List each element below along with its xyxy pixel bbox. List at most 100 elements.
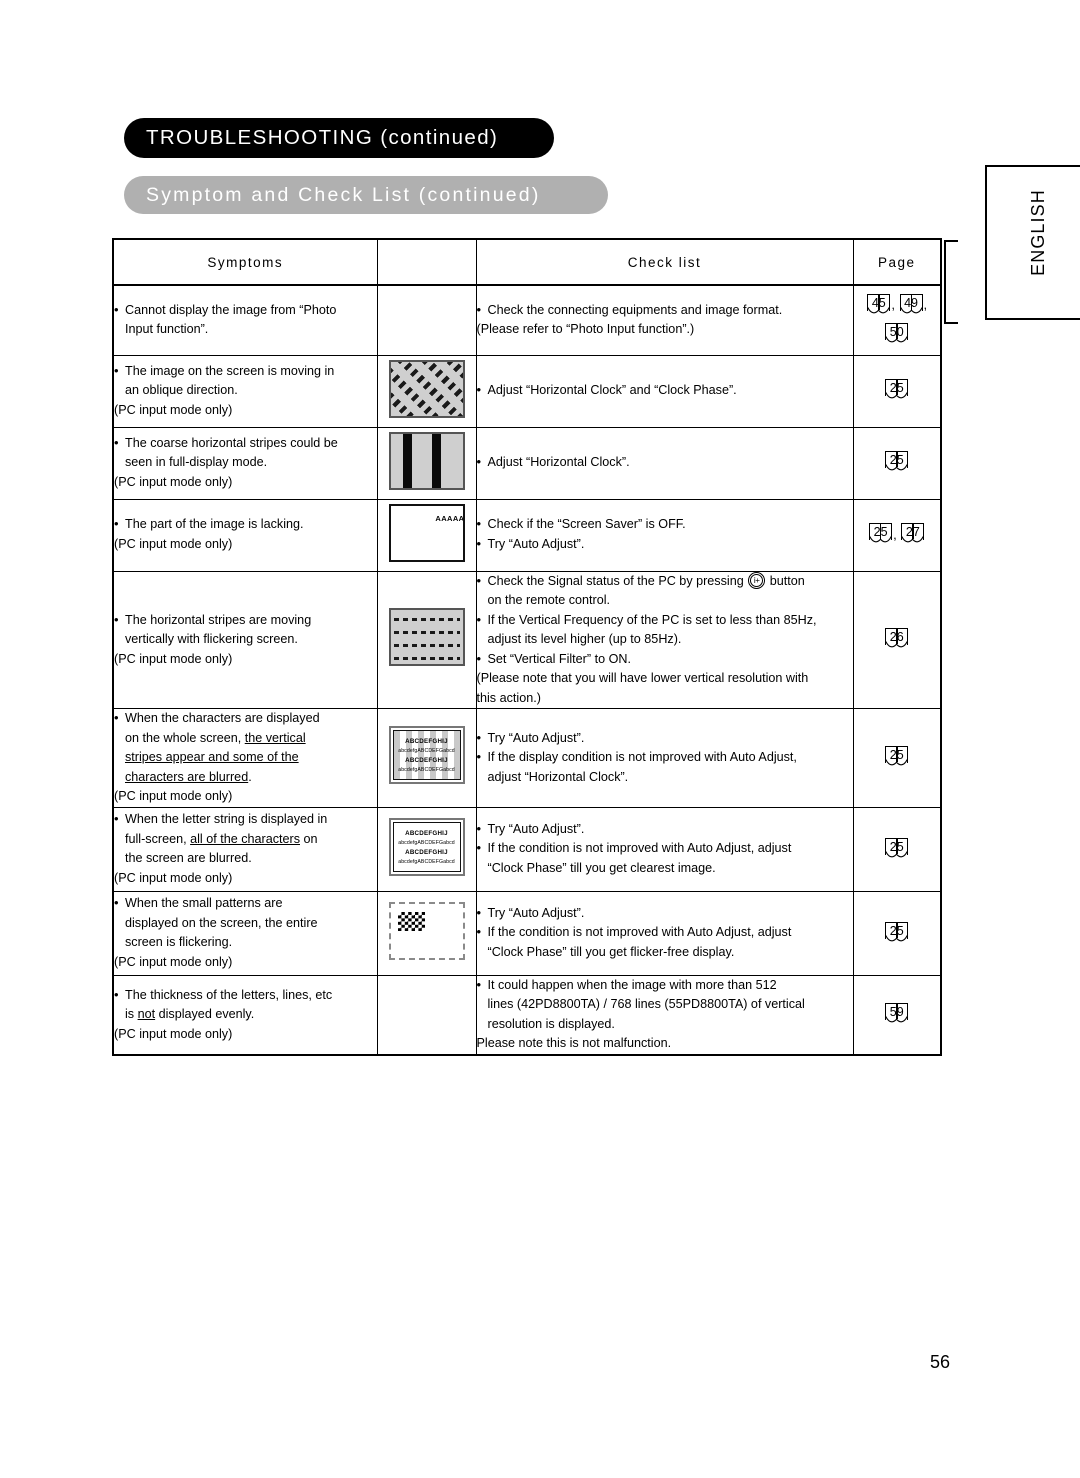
page-ref-book-icon: 59 xyxy=(884,1003,909,1025)
page-ref-book-icon: 25 xyxy=(884,379,909,401)
symptom-text: The part of the image is lacking. xyxy=(125,517,304,532)
check-text: Try “Auto Adjust”. xyxy=(487,730,585,745)
horizontal-dashed-lines-thumbnail xyxy=(388,608,465,667)
check-list-cell: Try “Auto Adjust”. If the condition is n… xyxy=(475,890,854,976)
blurred-characters-thumbnail: ABCDEFGHIJ abcdefgABCDEFGabcd ABCDEFGHIJ… xyxy=(388,817,465,876)
thumbnail-cell xyxy=(376,890,477,976)
page-ref-book-icon: 25 xyxy=(884,921,909,944)
check-text: Set “Vertical Filter” to ON. xyxy=(487,651,631,666)
symptom-cell: When the characters are displayed on the… xyxy=(112,708,378,808)
symptom-text: The horizontal stripes are moving xyxy=(125,612,312,627)
thumbnail-cell: ABCDEFGHIJ abcdefgABCDEFGabcd ABCDEFGHIJ… xyxy=(376,708,477,808)
symptom-cell: The image on the screen is moving in an … xyxy=(112,354,378,428)
page-ref-book-icon: 27 xyxy=(900,523,925,545)
symptom-text: screen is flickering. xyxy=(125,935,233,950)
symptom-text: When the letter string is displayed in xyxy=(125,812,328,827)
check-list-cell: Check if the “Screen Saver” is OFF. Try … xyxy=(475,498,854,572)
info-plus-button-icon: i+ xyxy=(748,571,766,589)
thumbnail-cell xyxy=(376,284,477,356)
table-header-row: Symptoms Check list Page xyxy=(112,238,942,286)
page-ref-book-icon: 25 xyxy=(868,523,893,545)
check-text: “Clock Phase” till you get flicker-free … xyxy=(487,944,735,959)
check-text: (Please refer to “Photo Input function”.… xyxy=(476,322,695,337)
symptom-note: (PC input mode only) xyxy=(114,402,233,417)
blurred-characters-striped-thumbnail: ABCDEFGHIJ abcdefgABCDEFGabcd ABCDEFGHIJ… xyxy=(388,726,465,785)
page-ref-cell: 59 xyxy=(852,974,942,1056)
table-row: The part of the image is lacking. (PC in… xyxy=(112,498,942,572)
check-text: Please note this is not malfunction. xyxy=(476,1036,672,1051)
check-text: Check if the “Screen Saver” is OFF. xyxy=(487,517,686,532)
table-row: The horizontal stripes are moving vertic… xyxy=(112,570,942,710)
check-text: “Clock Phase” till you get clearest imag… xyxy=(487,860,716,875)
symptom-cell: When the small patterns are displayed on… xyxy=(112,890,378,976)
page-ref-book-icon: 25 xyxy=(884,746,909,768)
check-text: adjust its level higher (up to 85Hz). xyxy=(487,632,682,647)
column-header-check-list: Check list xyxy=(475,238,854,286)
symptom-note: (PC input mode only) xyxy=(114,870,233,885)
check-text: lines (42PD8800TA) / 768 lines (55PD8800… xyxy=(487,997,805,1012)
checkerboard-pattern-thumbnail xyxy=(388,901,465,960)
page-title-banner: TROUBLESHOOTING (continued) xyxy=(124,118,554,158)
page-ref-book-icon: 50 xyxy=(884,323,909,345)
symptom-text-underlined: characters are blurred xyxy=(125,769,249,784)
symptom-text: an oblique direction. xyxy=(125,383,238,398)
page-ref-book-icon: 26 xyxy=(884,628,909,650)
thumbnail-text: AAAAA xyxy=(435,513,465,523)
check-list-cell: Adjust “Horizontal Clock”. xyxy=(475,426,854,500)
symptom-text: The thickness of the letters, lines, etc xyxy=(125,987,333,1002)
check-text: Adjust “Horizontal Clock”. xyxy=(487,455,630,470)
page-ref-cell: 45 , 49 , 50 xyxy=(852,284,942,356)
check-text: Try “Auto Adjust”. xyxy=(487,905,585,920)
table-row: When the characters are displayed on the… xyxy=(112,708,942,808)
column-header-symptoms: Symptoms xyxy=(112,238,378,286)
check-text: If the condition is not improved with Au… xyxy=(487,841,792,856)
table-row: When the small patterns are displayed on… xyxy=(112,890,942,976)
page-ref-cell: 25 xyxy=(852,806,942,892)
page-ref-cell: 26 xyxy=(852,570,942,710)
symptom-text: vertically with flickering screen. xyxy=(125,632,298,647)
language-tab: ENGLISH xyxy=(985,165,1080,320)
symptom-text-underlined: all of the characters xyxy=(190,831,300,846)
page-ref-cell: 25 xyxy=(852,354,942,428)
symptom-note: (PC input mode only) xyxy=(114,537,233,551)
page-ref-cell: 25 , 27 xyxy=(852,498,942,572)
section-title-banner: Symptom and Check List (continued) xyxy=(124,176,608,214)
check-text: If the Vertical Frequency of the PC is s… xyxy=(487,612,817,627)
symptom-text: When the characters are displayed xyxy=(125,711,320,726)
page-title: TROUBLESHOOTING (continued) xyxy=(146,126,499,149)
oblique-stripes-thumbnail xyxy=(388,359,465,418)
thumbnail-cell xyxy=(376,974,477,1056)
check-list-cell: It could happen when the image with more… xyxy=(475,974,854,1056)
symptom-note: (PC input mode only) xyxy=(114,954,233,969)
symptom-note: (PC input mode only) xyxy=(114,651,233,666)
check-text: Adjust “Horizontal Clock” and “Clock Pha… xyxy=(487,383,737,398)
column-header-page: Page xyxy=(852,238,942,286)
footer-page-number: 56 xyxy=(930,1352,951,1372)
check-list-cell: Check the connecting equipments and imag… xyxy=(475,284,854,356)
thumbnail-cell: AAAAA xyxy=(376,498,477,572)
table-row: The thickness of the letters, lines, etc… xyxy=(112,974,942,1056)
check-text: It could happen when the image with more… xyxy=(487,977,777,992)
symptom-cell: The horizontal stripes are moving vertic… xyxy=(112,570,378,710)
check-text: this action.) xyxy=(476,690,541,705)
table-row: The coarse horizontal stripes could be s… xyxy=(112,426,942,500)
symptom-text: The coarse horizontal stripes could be xyxy=(125,435,338,450)
page-ref-book-icon: 45 xyxy=(866,294,891,316)
page-ref-book-icon: 49 xyxy=(899,294,924,316)
table-header: Symptoms Check list Page xyxy=(112,238,942,286)
symptom-text: seen in full-display mode. xyxy=(125,455,268,470)
page-ref-cell: 25 xyxy=(852,426,942,500)
section-title: Symptom and Check List (continued) xyxy=(146,183,541,206)
thumbnail-cell xyxy=(376,354,477,428)
symptom-text-underlined: not xyxy=(137,1007,156,1022)
symptom-cell: The coarse horizontal stripes could be s… xyxy=(112,426,378,500)
symptom-note: (PC input mode only) xyxy=(114,474,233,489)
page-ref-book-icon: 25 xyxy=(884,451,909,473)
symptom-text: Cannot display the image from “Photo xyxy=(125,302,337,317)
check-text: Try “Auto Adjust”. xyxy=(487,537,585,551)
check-text: If the condition is not improved with Au… xyxy=(487,925,792,940)
thumbnail-cell: ABCDEFGHIJ abcdefgABCDEFGabcd ABCDEFGHIJ… xyxy=(376,806,477,892)
page-ref-cell: 25 xyxy=(852,708,942,808)
check-list-cell: Try “Auto Adjust”. If the condition is n… xyxy=(475,806,854,892)
symptom-cell: Cannot display the image from “Photo Inp… xyxy=(112,284,378,356)
